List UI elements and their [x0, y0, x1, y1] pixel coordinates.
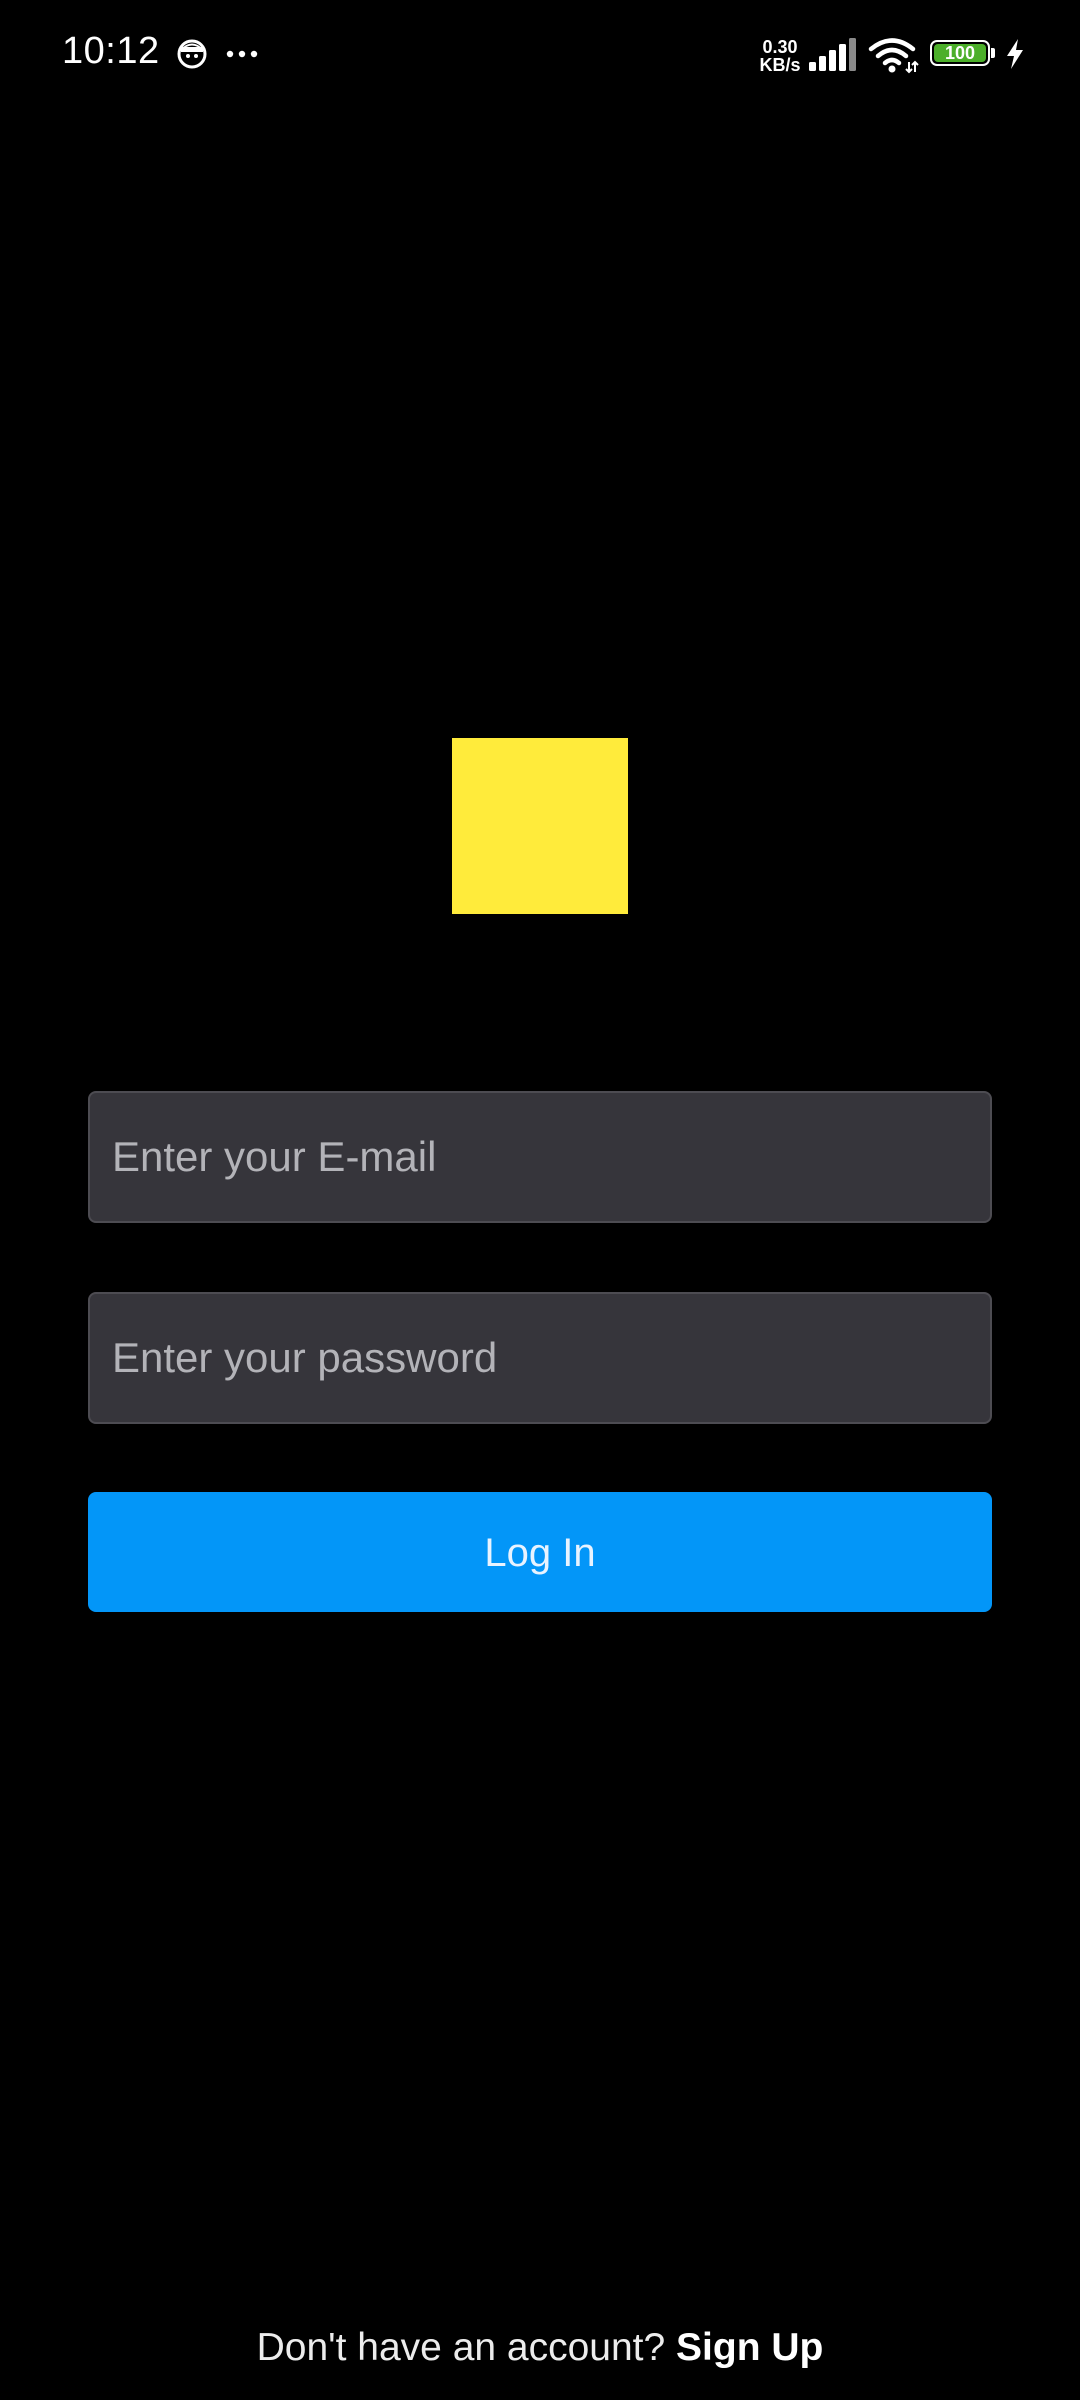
signup-prompt: Don't have an account? Sign Up [0, 2326, 1080, 2370]
network-speed-unit: KB/s [759, 55, 801, 75]
app-logo [452, 738, 628, 914]
email-field-container [88, 1091, 992, 1223]
battery-level: 100 [934, 44, 986, 62]
network-speed: 0.30 KB/s [756, 38, 804, 74]
password-field-container [88, 1292, 992, 1424]
login-screen: 10:12 0.30 KB/s 100 Enter your E-mail Lo… [0, 0, 1080, 2400]
email-input[interactable] [90, 1093, 990, 1221]
signup-link[interactable]: Sign Up [676, 2326, 823, 2369]
status-time: 10:12 [62, 30, 160, 72]
battery-body: 100 [930, 40, 990, 66]
password-input[interactable] [90, 1294, 990, 1422]
battery-tip [991, 48, 995, 58]
login-button[interactable]: Log In [88, 1492, 992, 1612]
status-bar: 10:12 0.30 KB/s 100 [0, 0, 1080, 110]
wifi-icon [868, 38, 919, 74]
signup-prompt-text: Don't have an account? [256, 2326, 666, 2369]
more-dots-icon [226, 50, 258, 58]
charging-icon [1007, 39, 1023, 69]
battery-icon: 100 [930, 40, 1000, 70]
signal-icon [809, 38, 856, 71]
face-icon [177, 39, 207, 69]
network-speed-value: 0.30 [762, 37, 798, 57]
